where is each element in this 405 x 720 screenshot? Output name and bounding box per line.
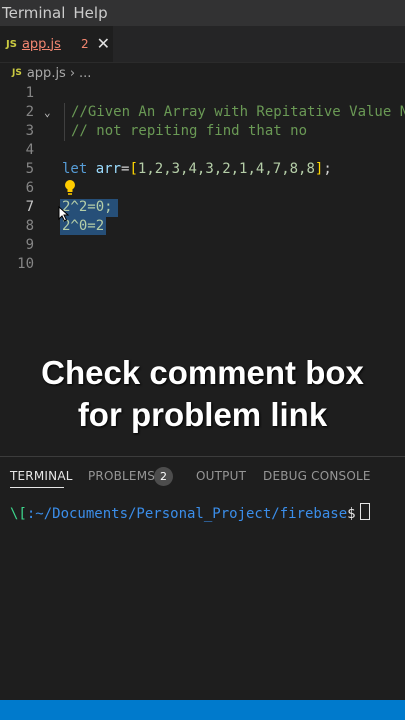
terminal-prefix: \[	[10, 506, 27, 522]
terminal-prompt-line[interactable]: \[:~/Documents/Personal_Project/firebase…	[10, 503, 370, 522]
video-caption: Check comment box for problem link	[0, 352, 405, 436]
bottom-panel: TERMINAL PROBLEMS 2 OUTPUT DEBUG CONSOLE…	[0, 456, 405, 701]
tab-problems[interactable]: PROBLEMS	[88, 469, 155, 483]
menu-item-terminal[interactable]: Terminal	[0, 4, 71, 22]
line-number: 2	[25, 104, 34, 120]
indent-guide	[64, 103, 65, 141]
vscode-window: Terminal Help JS app.js 2 ✕ JS app.js › …	[0, 0, 405, 720]
line-number: 1	[25, 85, 34, 101]
breadcrumb-more[interactable]: ...	[79, 66, 91, 81]
tab-problem-count: 2	[80, 37, 89, 51]
tab-debug-console[interactable]: DEBUG CONSOLE	[263, 469, 371, 483]
line-number: 10	[17, 256, 34, 272]
code-line-3: // not repiting find that no	[71, 123, 308, 139]
line-number: 9	[25, 237, 34, 253]
breadcrumb: JS app.js › ...	[0, 62, 405, 84]
code-line-5: let arr=[1,2,3,4,3,2,1,4,7,8,8];	[62, 160, 332, 179]
javascript-file-icon: JS	[6, 38, 17, 50]
terminal-prompt: $	[347, 506, 356, 522]
tab-output[interactable]: OUTPUT	[196, 469, 246, 483]
lightbulb-icon[interactable]	[63, 179, 77, 197]
javascript-file-icon: JS	[12, 68, 22, 78]
close-icon[interactable]: ✕	[97, 36, 110, 52]
tab-app-js[interactable]: JS app.js 2 ✕	[0, 26, 113, 62]
line-number: 4	[25, 142, 34, 158]
chevron-down-icon[interactable]: ⌄	[44, 103, 51, 122]
chevron-right-icon: ›	[69, 65, 76, 81]
caption-line-1: Check comment box	[41, 354, 364, 391]
bracket-open: [	[129, 161, 138, 177]
terminal-path: :~/Documents/Personal_Project/firebase	[26, 506, 348, 522]
mouse-pointer-icon	[58, 206, 70, 222]
panel-tabs: TERMINAL PROBLEMS 2 OUTPUT DEBUG CONSOLE	[0, 457, 405, 495]
code-line-2: //Given An Array with Repitative Value N	[71, 104, 405, 120]
tab-filename: app.js	[21, 36, 61, 52]
line-number: 6	[25, 180, 34, 196]
breadcrumb-file[interactable]: app.js	[27, 66, 66, 81]
caption-line-2: for problem link	[77, 396, 328, 433]
status-bar	[0, 700, 405, 720]
semicolon: ;	[323, 161, 332, 177]
menu-item-help[interactable]: Help	[71, 4, 113, 22]
array-values: 1,2,3,4,3,2,1,4,7,8,8	[137, 161, 315, 177]
active-tab-indicator	[10, 487, 64, 488]
variable-arr: arr	[95, 161, 122, 177]
problems-count-badge: 2	[154, 467, 173, 486]
menu-bar: Terminal Help	[0, 0, 405, 26]
line-number: 8	[25, 218, 34, 234]
terminal-cursor	[359, 503, 370, 520]
line-number: 5	[25, 161, 34, 177]
tab-terminal[interactable]: TERMINAL	[10, 469, 73, 483]
keyword-let: let	[62, 161, 88, 177]
editor-tab-bar: JS app.js 2 ✕	[0, 26, 405, 63]
line-number: 7	[25, 199, 34, 215]
line-number: 3	[25, 123, 34, 139]
